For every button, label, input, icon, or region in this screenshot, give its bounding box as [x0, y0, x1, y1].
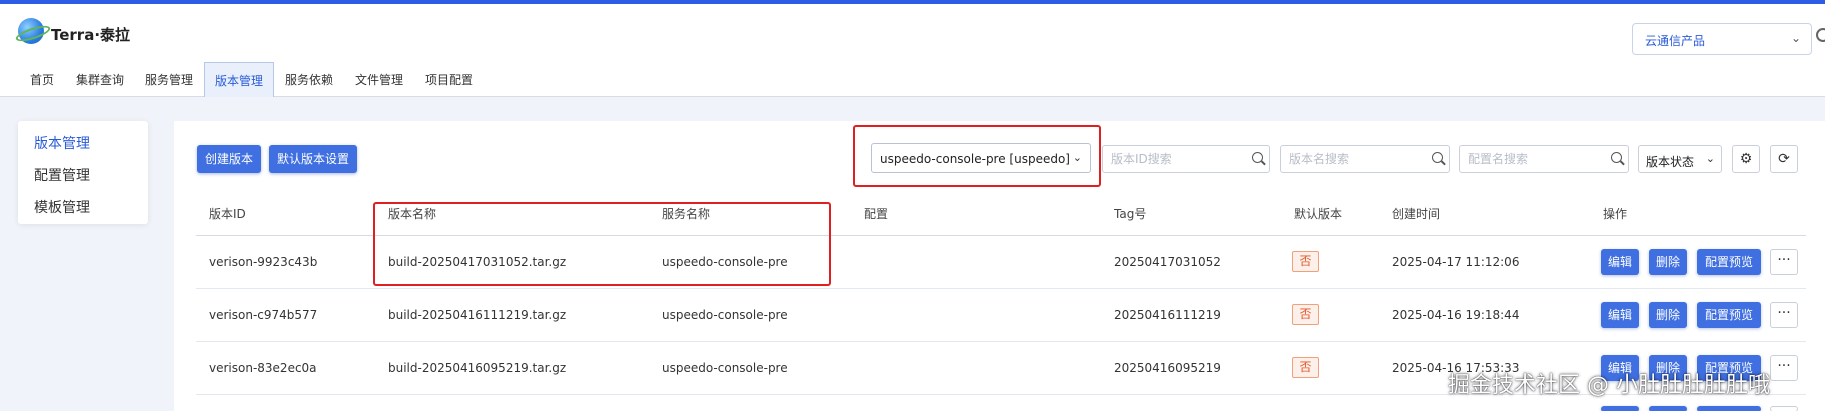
more-actions-button-partial[interactable] [1770, 406, 1798, 411]
top-nav: 首页 集群查询 服务管理 版本管理 服务依赖 文件管理 项目配置 [0, 62, 1825, 98]
sidebar-item-version-management[interactable]: 版本管理 [34, 133, 90, 153]
cell-tag: 20250416111219 [1114, 308, 1221, 322]
gear-icon: ⚙ [1739, 151, 1753, 167]
nav-item-cluster-query[interactable]: 集群查询 [66, 62, 134, 97]
nav-item-service-management[interactable]: 服务管理 [135, 62, 203, 97]
highlight-box-service-select [853, 125, 1101, 187]
row-divider [196, 341, 1806, 342]
search-icon[interactable] [1432, 152, 1443, 163]
config-preview-button[interactable]: 配置预览 [1697, 249, 1761, 275]
cell-version-name: build-20250416111219.tar.gz [388, 308, 567, 322]
cell-created-time: 2025-04-17 11:12:06 [1392, 255, 1520, 269]
app-header: Terra·泰拉 云通信产品 ⌄ [0, 4, 1825, 62]
refresh-button[interactable]: ⟳ [1770, 145, 1798, 173]
version-status-label: 版本状态 [1646, 155, 1695, 169]
search-icon[interactable] [1252, 152, 1263, 163]
version-id-search [1102, 145, 1270, 173]
cell-version-id: verison-83e2ec0a [209, 361, 317, 375]
search-icon[interactable] [1611, 152, 1622, 163]
nav-item-file-management[interactable]: 文件管理 [345, 62, 413, 97]
cell-service-name: uspeedo-console-pre [662, 361, 788, 375]
edit-button-partial[interactable] [1601, 406, 1639, 411]
globe-logo-icon [18, 18, 44, 44]
cell-service-name: uspeedo-console-pre [662, 308, 788, 322]
cell-version-id: verison-9923c43b [209, 255, 318, 269]
delete-button[interactable]: 删除 [1649, 249, 1687, 275]
cell-tag: 20250417031052 [1114, 255, 1221, 269]
default-version-badge: 否 [1292, 304, 1319, 325]
cell-tag: 20250416095219 [1114, 361, 1221, 375]
column-header-actions: 操作 [1603, 207, 1628, 221]
nav-item-project-config[interactable]: 项目配置 [415, 62, 483, 97]
app-title: Terra·泰拉 [51, 26, 131, 44]
watermark-text: 掘金技术社区 @ 小肚肚肚肚肚哦 [1448, 373, 1770, 398]
column-header-default-version: 默认版本 [1294, 207, 1343, 221]
config-preview-button-partial[interactable] [1697, 406, 1761, 411]
create-version-button[interactable]: 创建版本 [197, 145, 262, 173]
product-select[interactable]: 云通信产品 ⌄ [1632, 23, 1812, 55]
more-actions-button[interactable]: ··· [1770, 302, 1798, 328]
config-name-search [1459, 145, 1629, 173]
delete-button[interactable]: 删除 [1649, 302, 1687, 328]
default-version-badge: 否 [1292, 357, 1319, 378]
edit-button[interactable]: 编辑 [1601, 249, 1639, 275]
sidebar-item-config-management[interactable]: 配置管理 [34, 165, 90, 185]
more-actions-button[interactable]: ··· [1770, 355, 1798, 381]
default-version-settings-button[interactable]: 默认版本设置 [269, 145, 358, 173]
config-name-search-input[interactable] [1460, 146, 1604, 172]
product-select-value: 云通信产品 [1645, 34, 1706, 48]
edit-button[interactable]: 编辑 [1601, 302, 1639, 328]
column-header-tag: Tag号 [1114, 207, 1147, 221]
nav-item-service-dependency[interactable]: 服务依赖 [275, 62, 343, 97]
version-id-search-input[interactable] [1103, 146, 1245, 172]
chevron-down-icon: ⌄ [1705, 152, 1715, 165]
sidebar-item-template-management[interactable]: 模板管理 [34, 197, 90, 217]
config-preview-button[interactable]: 配置预览 [1697, 302, 1761, 328]
refresh-icon: ⟳ [1778, 151, 1790, 167]
column-header-created-time: 创建时间 [1392, 207, 1441, 221]
version-name-search-input[interactable] [1281, 146, 1425, 172]
sidebar: 版本管理 配置管理 模板管理 [18, 121, 148, 224]
cell-version-name: build-20250416095219.tar.gz [388, 361, 567, 375]
settings-button[interactable]: ⚙ [1732, 145, 1760, 173]
highlight-box-name-columns [373, 202, 831, 286]
column-header-config: 配置 [864, 207, 889, 221]
nav-item-version-management[interactable]: 版本管理 [204, 62, 275, 98]
cell-created-time: 2025-04-16 19:18:44 [1392, 308, 1520, 322]
delete-button-partial[interactable] [1649, 406, 1687, 411]
cell-version-id: verison-c974b577 [209, 308, 318, 322]
version-status-select[interactable]: 版本状态 ⌄ [1638, 145, 1722, 173]
more-actions-button[interactable]: ··· [1770, 249, 1798, 275]
chevron-down-icon: ⌄ [1790, 31, 1801, 45]
default-version-badge: 否 [1292, 251, 1319, 272]
version-name-search [1280, 145, 1450, 173]
nav-item-home[interactable]: 首页 [20, 62, 64, 97]
search-icon[interactable] [1816, 28, 1825, 42]
row-divider [196, 288, 1806, 289]
column-header-version-id: 版本ID [209, 207, 246, 221]
